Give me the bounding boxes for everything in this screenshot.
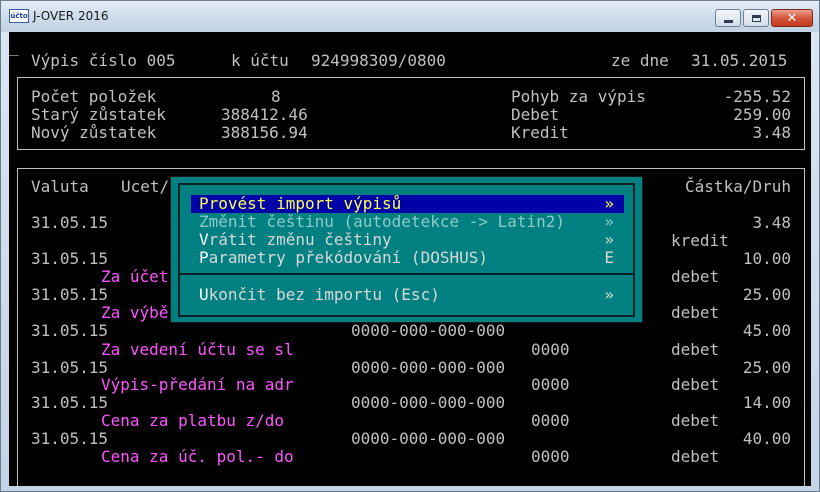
row-account: 0000-000-000-000	[351, 358, 506, 377]
row-amount: 14.00	[742, 393, 791, 412]
menu-item-encoding-params[interactable]: Parametry překódování (DOSHUS) E	[191, 249, 624, 267]
menu-item-text: končit bez importu (Esc)	[208, 285, 440, 304]
row-date: 31.05.15	[31, 249, 109, 268]
minimize-button[interactable]	[715, 9, 741, 27]
old-balance-value: 388412.46	[221, 105, 308, 124]
row-kind: debet	[671, 447, 720, 466]
submenu-arrow-icon: »	[604, 285, 614, 304]
row-date: 31.05.15	[31, 213, 109, 232]
row-description: Cena za platbu z/do	[101, 411, 285, 430]
row-kind: debet	[671, 267, 720, 286]
app-window: účto J-OVER 2016 ✕ _ Výpis číslo 005 k ú…	[0, 0, 820, 492]
menu-item-revert-charset[interactable]: Vrátit změnu češtiny »	[191, 231, 624, 249]
menu-item-label: Parametry překódování (DOSHUS)	[199, 249, 488, 267]
menu-item-label: Provést import výpisů	[199, 194, 402, 213]
row-account: 0000-000-000-000	[351, 393, 506, 412]
row-description: Výpis-předání na adr	[101, 375, 294, 394]
row-date: 31.05.15	[31, 285, 109, 304]
row-code: 0000	[531, 375, 570, 394]
maximize-icon	[751, 14, 761, 22]
account-number: 924998309/0800	[311, 51, 446, 70]
row-amount: 25.00	[742, 285, 791, 304]
row-amount: 45.00	[742, 321, 791, 340]
menu-item-label: Vrátit změnu češtiny	[199, 231, 392, 249]
account-label: k účtu	[231, 51, 289, 70]
menu-item-shortcut: E	[604, 248, 614, 267]
statement-label: Výpis číslo 005	[31, 51, 176, 70]
row-amount: 40.00	[742, 429, 791, 448]
row-date: 31.05.15	[31, 393, 109, 412]
column-valuta: Valuta	[31, 177, 89, 196]
import-menu: Provést import výpisů » Změnit češtinu (…	[171, 177, 642, 322]
menu-hotkey: P	[199, 248, 209, 267]
new-balance-label: Nový zůstatek	[31, 123, 157, 142]
row-account: 0000-000-000-000	[351, 321, 506, 340]
debit-value: 259.00	[733, 105, 791, 124]
row-amount: 25.00	[742, 358, 791, 377]
menu-hotkey: U	[199, 285, 209, 304]
credit-label: Kredit	[511, 123, 569, 142]
menu-item-label: Změnit češtinu (autodetekce -> Latin2)	[199, 212, 566, 231]
row-code: 0000	[531, 447, 570, 466]
row-code: 0000	[531, 411, 570, 430]
row-date: 31.05.15	[31, 429, 109, 448]
row-description: Za účet	[101, 267, 169, 286]
title-bar[interactable]: účto J-OVER 2016 ✕	[1, 1, 819, 32]
row-kind: debet	[671, 375, 720, 394]
row-kind: debet	[671, 303, 720, 322]
menu-item-quit[interactable]: Ukončit bez importu (Esc) »	[191, 286, 624, 304]
close-button[interactable]: ✕	[771, 9, 813, 27]
column-amount: Částka/Druh	[685, 177, 791, 196]
item-count-label: Počet položek	[31, 87, 157, 106]
date-label: ze dne	[611, 51, 669, 70]
menu-item-change-charset: Změnit češtinu (autodetekce -> Latin2) »	[191, 213, 624, 231]
old-balance-label: Starý zůstatek	[31, 105, 166, 124]
movement-value: -255.52	[723, 87, 791, 106]
text-cursor: _	[9, 37, 19, 56]
movement-label: Pohyb za výpis	[511, 87, 646, 106]
credit-value: 3.48	[752, 123, 791, 142]
menu-item-text: arametry překódování (DOSHUS)	[208, 248, 488, 267]
row-date: 31.05.15	[31, 358, 109, 377]
submenu-arrow-icon: »	[604, 212, 614, 231]
row-amount: 3.48	[752, 213, 791, 232]
row-kind: debet	[671, 411, 720, 430]
debit-label: Debet	[511, 105, 560, 124]
minimize-icon	[723, 19, 733, 23]
row-kind: kredit	[671, 231, 729, 250]
submenu-arrow-icon: »	[604, 230, 614, 249]
menu-hotkey: V	[199, 230, 209, 249]
maximize-button[interactable]	[743, 9, 769, 27]
row-date: 31.05.15	[31, 321, 109, 340]
item-count-value: 8	[271, 87, 281, 106]
row-account: 0000-000-000-000	[351, 429, 506, 448]
row-kind: debet	[671, 340, 720, 359]
row-amount: 10.00	[742, 249, 791, 268]
close-icon: ✕	[786, 10, 798, 26]
row-description: Cena za úč. pol.- do	[101, 447, 294, 466]
menu-item-import[interactable]: Provést import výpisů »	[191, 195, 624, 213]
submenu-arrow-icon: »	[604, 194, 614, 213]
console-area: _ Výpis číslo 005 k účtu 924998309/0800 …	[9, 32, 811, 486]
statement-date: 31.05.2015	[691, 51, 788, 70]
row-description: Za výbě	[101, 303, 169, 322]
row-code: 0000	[531, 340, 570, 359]
column-account: Ucet/	[121, 177, 170, 196]
window-title: J-OVER 2016	[33, 9, 109, 23]
app-icon: účto	[9, 9, 29, 23]
new-balance-value: 388156.94	[221, 123, 308, 142]
menu-item-text: rátit změnu češtiny	[208, 230, 392, 249]
menu-item-label: Ukončit bez importu (Esc)	[199, 286, 440, 304]
